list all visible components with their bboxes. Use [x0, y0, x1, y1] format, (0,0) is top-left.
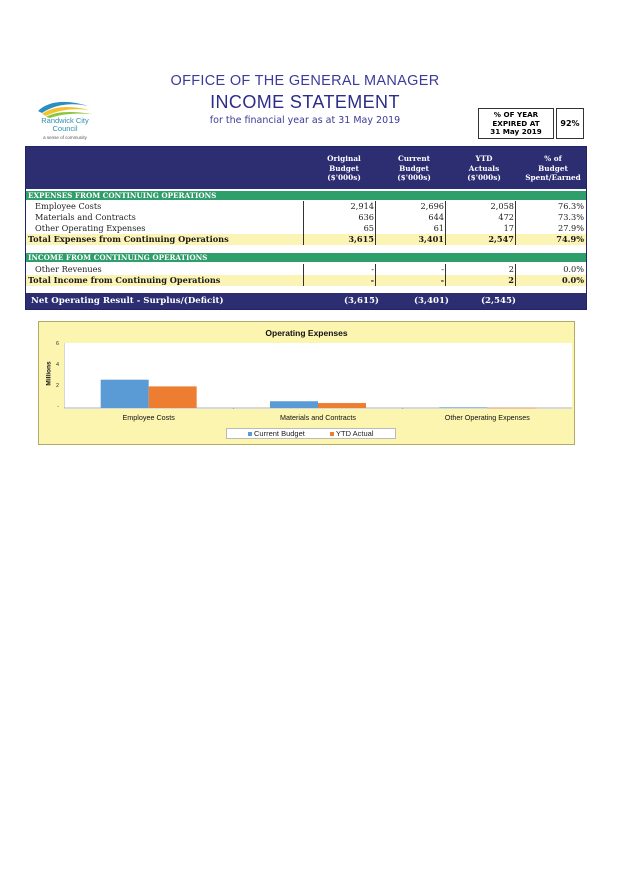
- cell-ytd: 2,547: [488, 234, 514, 244]
- cell-original: (3,615): [343, 296, 379, 306]
- cell-pct: 76.3%: [557, 201, 584, 211]
- row-label: Total Expenses from Continuing Operation…: [28, 234, 229, 244]
- cell-current: 3,401: [418, 234, 444, 244]
- year-expired-value: 92%: [556, 108, 584, 139]
- table-row: Employee Costs 2,914 2,696 2,058 76.3%: [26, 201, 586, 212]
- col-header-ytd: YTD Actuals ($'000s): [467, 154, 501, 182]
- col-header-pct: % of Budget Spent/Earned: [525, 154, 581, 182]
- divider: [375, 201, 376, 245]
- cell-ytd: 2: [508, 275, 514, 285]
- divider: [445, 201, 446, 245]
- cell-original: 3,615: [348, 234, 374, 244]
- row-label: Materials and Contracts: [35, 212, 136, 222]
- divider: [303, 264, 304, 286]
- bar-current-budget: [100, 379, 149, 408]
- table-header: Original Budget ($'000s) Current Budget ($'0…: [26, 147, 586, 189]
- row-label: Other Operating Expenses: [35, 223, 146, 233]
- x-tick-label: Materials and Contracts: [280, 413, 356, 422]
- divider: [375, 264, 376, 286]
- row-label: Employee Costs: [35, 201, 102, 211]
- divider: [445, 264, 446, 286]
- row-label: Other Revenues: [35, 264, 102, 274]
- bar-ytd-actual: [318, 403, 366, 408]
- total-row-income: Total Income from Continuing Operations …: [26, 275, 586, 286]
- section-expenses: EXPENSES FROM CONTINUING OPERATIONS: [26, 191, 586, 200]
- cell-pct: 0.0%: [563, 264, 584, 274]
- total-row-expenses: Total Expenses from Continuing Operation…: [26, 234, 586, 245]
- col-header-original: Original Budget ($'000s): [327, 154, 361, 182]
- net-operating-result-row: Net Operating Result - Surplus/(Deficit)…: [26, 293, 586, 309]
- page-subtitle: for the financial year as at 31 May 2019: [209, 115, 401, 126]
- year-expired-label: % OF YEAR EXPIRED AT 31 May 2019: [478, 108, 554, 139]
- legend-label-ytd: YTD Actual: [336, 429, 374, 438]
- bar-current-budget: [439, 407, 488, 408]
- y-tick-label: 6: [55, 341, 59, 347]
- y-tick-label: -: [57, 404, 59, 410]
- plot-area: [63, 343, 572, 410]
- chart-legend: Current Budget YTD Actual: [226, 428, 396, 439]
- council-logo: Randwick City Council a sense of communi…: [30, 97, 100, 142]
- row-label: Total Income from Continuing Operations: [28, 275, 221, 285]
- bars-svg: [63, 343, 572, 410]
- income-statement-table: Original Budget ($'000s) Current Budget ($'0…: [25, 146, 587, 310]
- legend-swatch-ytd: [330, 432, 334, 436]
- x-tick-label: Employee Costs: [122, 413, 175, 422]
- cell-current: 644: [428, 212, 444, 222]
- bar-ytd-actual: [148, 386, 197, 408]
- table-row: Other Operating Expenses 65 61 17 27.9%: [26, 223, 586, 234]
- legend-label-current: Current Budget: [254, 429, 305, 438]
- cell-current: 2,696: [420, 201, 444, 211]
- cell-ytd: 2: [508, 264, 514, 274]
- cell-original: 2,914: [350, 201, 374, 211]
- divider: [515, 201, 516, 245]
- cell-pct: 74.9%: [556, 234, 584, 244]
- cell-current: 61: [433, 223, 444, 233]
- cell-original: 65: [363, 223, 374, 233]
- logo-line-2: Council: [52, 124, 78, 133]
- year-expired-line-3: 31 May 2019: [490, 127, 542, 136]
- table-row: Other Revenues - - 2 0.0%: [26, 264, 586, 275]
- cell-ytd: 17: [503, 223, 514, 233]
- row-label: Net Operating Result - Surplus/(Deficit): [31, 296, 224, 306]
- page-title: INCOME STATEMENT: [210, 92, 400, 112]
- cell-current: -: [440, 275, 444, 285]
- cell-current: (3,401): [413, 296, 449, 306]
- office-title: OFFICE OF THE GENERAL MANAGER: [170, 73, 440, 89]
- cell-ytd: 472: [498, 212, 514, 222]
- x-tick-label: Other Operating Expenses: [444, 413, 530, 422]
- y-tick-label: 4: [55, 362, 59, 368]
- section-income: INCOME FROM CONTINUING OPERATIONS: [26, 253, 586, 262]
- y-tick-label: 2: [55, 383, 59, 389]
- operating-expenses-chart: Operating Expenses Millions -246 Employe…: [38, 321, 575, 445]
- cell-original: 636: [358, 212, 374, 222]
- logo-tagline: a sense of community: [43, 135, 87, 140]
- cell-original: -: [371, 264, 374, 274]
- bar-ytd-actual: [487, 407, 536, 409]
- divider: [515, 264, 516, 286]
- cell-pct: 0.0%: [561, 275, 584, 285]
- cell-pct: 27.9%: [557, 223, 584, 233]
- cell-original: -: [370, 275, 374, 285]
- table-row: Materials and Contracts 636 644 472 73.3…: [26, 212, 586, 223]
- cell-current: -: [441, 264, 444, 274]
- cell-ytd: (2,545): [480, 296, 516, 306]
- chart-title: Operating Expenses: [265, 328, 348, 338]
- bar-current-budget: [270, 401, 318, 408]
- legend-swatch-current: [248, 432, 252, 436]
- cell-ytd: 2,058: [490, 201, 514, 211]
- col-header-current: Current Budget ($'000s): [397, 154, 431, 182]
- divider: [303, 201, 304, 245]
- cell-pct: 73.3%: [557, 212, 584, 222]
